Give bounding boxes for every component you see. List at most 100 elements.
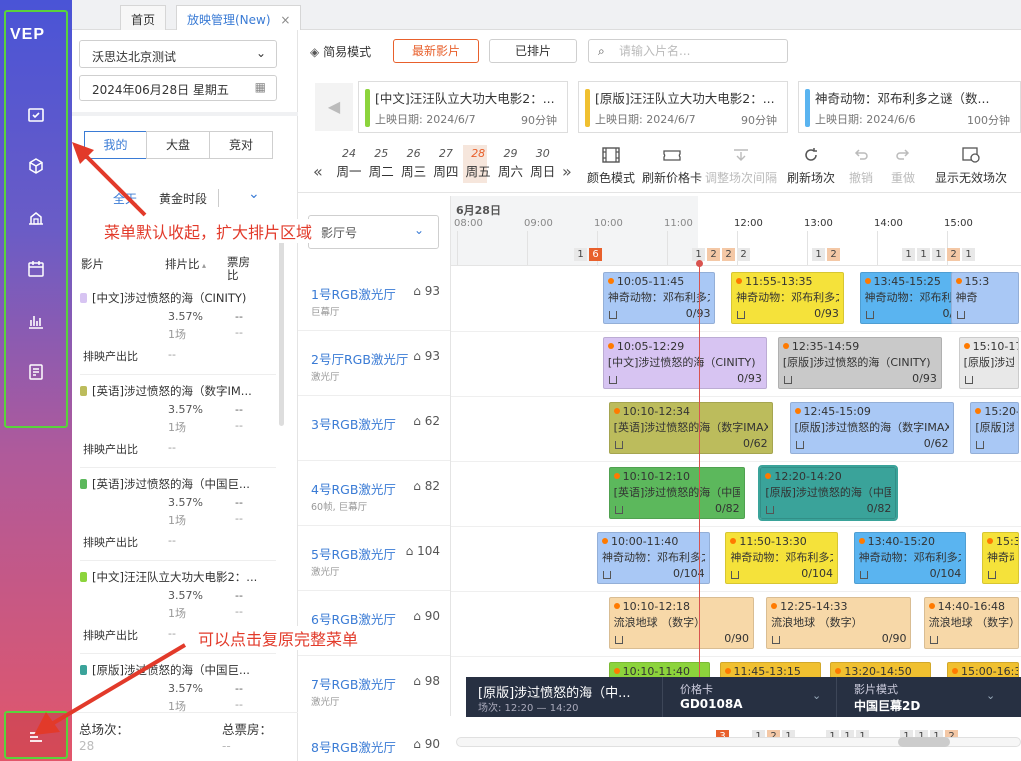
tool-show-invalid[interactable]: 显示无效场次 (933, 147, 1009, 186)
hall-name[interactable]: 2号厅RGB激光厅 (311, 349, 408, 368)
show-block[interactable]: 10:10-12:34 [英语]涉过愤怒的海（数字IMAX) 0/62 (608, 402, 773, 454)
chevron-down-icon: ⌄ (413, 223, 424, 237)
hall-name[interactable]: 1号RGB激光厅 (311, 284, 396, 303)
simple-mode-toggle[interactable]: ◈ 简易模式 (310, 43, 371, 60)
day-25[interactable]: 25 周二 (365, 147, 397, 180)
calendar-icon[interactable] (25, 258, 47, 280)
movie-list-item[interactable]: [英语]涉过愤怒的海（数字IM... 3.57% 1场 -- -- 排映产出比 -- (80, 383, 280, 475)
show-block[interactable]: 15:10-17:3 [原版]涉过愤 (958, 337, 1019, 389)
tab-home[interactable]: 首页 (120, 5, 167, 30)
chevron-down-icon[interactable]: ⌄ (812, 689, 821, 702)
tab-schedule-management[interactable]: 放映管理(New) × (176, 5, 302, 30)
seat-icon: ⌂ (413, 414, 425, 428)
seat-count: 62 (424, 414, 440, 428)
col-ratio[interactable]: 排片比 ▴ (165, 256, 206, 272)
film-card[interactable]: 神奇动物：邓布利多之谜（数... 上映日期: 2024/6/6 100分钟 (798, 81, 1021, 133)
day-27[interactable]: 27 周四 (430, 147, 462, 180)
movie-box: -- (235, 512, 243, 525)
film-mode-value[interactable]: 中国巨幕2D (854, 697, 920, 714)
latest-films-button[interactable]: 最新影片 (393, 39, 479, 63)
chevron-down-icon[interactable]: ⌄ (248, 186, 260, 202)
timeline-date: 6月28日 (456, 204, 501, 217)
movie-name: [英语]涉过愤怒的海（数字IM... (80, 383, 270, 399)
movie-list-item[interactable]: [英语]涉过愤怒的海（中国巨... 3.57% 1场 -- -- 排映产出比 -- (80, 476, 280, 568)
filter-gold-time[interactable]: 黄金时段 (159, 190, 207, 207)
tool-undo[interactable]: 撤销 (847, 147, 875, 186)
building-icon[interactable] (25, 207, 47, 229)
day-number: 26 (406, 147, 421, 160)
hall-seats: ⌂ 93 (413, 284, 440, 298)
show-block[interactable]: 12:35-14:59 [原版]涉过愤怒的海（CINITY) 0/93 (777, 337, 942, 389)
segment-market[interactable]: 大盘 (146, 131, 210, 159)
sort-icon: ▴ (199, 261, 207, 270)
movie-ratio: 3.57% (168, 589, 203, 602)
close-icon[interactable]: × (280, 13, 290, 27)
tool-ticket[interactable]: 刷新价格卡 (641, 147, 703, 186)
show-block[interactable]: 10:10-12:10 [英语]涉过愤怒的海（中国巨幕） 0/82 (608, 467, 745, 519)
film-search-input[interactable]: ⌕ 请输入片名... (588, 39, 788, 63)
day-30[interactable]: 30 周日 (527, 147, 559, 180)
output-ratio-value: -- (168, 534, 176, 547)
show-block[interactable]: 11:55-13:35 神奇动物：邓布利多之谜 0/93 (731, 272, 844, 324)
film-color-bar (585, 89, 590, 127)
tool-film[interactable]: 颜色模式 (587, 147, 635, 186)
show-block[interactable]: 12:45-15:09 [原版]涉过愤怒的海（数字IMAX) 0/62 (789, 402, 954, 454)
hall-name[interactable]: 7号RGB激光厅 (311, 674, 396, 693)
count-box: 6 (589, 248, 602, 261)
show-block[interactable]: 10:10-12:18 流浪地球 （数字） 0/90 (608, 597, 754, 649)
divider (80, 374, 276, 375)
hall-name[interactable]: 4号RGB激光厅 (311, 479, 396, 498)
hall-sort-select[interactable]: 影厅号 ⌄ (308, 215, 439, 249)
show-detail-bar[interactable]: [原版]涉过愤怒的海（中... 场次: 12:20 — 14:20 价格卡 GD… (466, 677, 1021, 717)
day-24[interactable]: 24 周一 (333, 147, 365, 180)
show-block[interactable]: 15:3 神奇 (950, 272, 1019, 324)
price-card-value[interactable]: GD0108A (680, 697, 743, 711)
seat-icon (608, 311, 617, 319)
tool-interval[interactable]: 调整场次间隔 (705, 147, 777, 186)
hour-gridline (527, 231, 528, 266)
store-icon[interactable] (25, 103, 47, 125)
show-block[interactable]: 15:20-17 [原版]涉过 (970, 402, 1019, 454)
chevron-down-icon[interactable]: ⌄ (986, 689, 995, 702)
day-29[interactable]: 29 周六 (495, 147, 527, 180)
movie-count: 1场 (168, 421, 186, 434)
cube-icon[interactable] (25, 155, 47, 177)
report-icon[interactable] (25, 361, 47, 383)
tool-refresh[interactable]: 刷新场次 (786, 147, 836, 186)
show-time: 12:20-14:20 (765, 470, 891, 483)
show-block[interactable]: 10:05-12:29 [中文]涉过愤怒的海（CINITY) 0/93 (602, 337, 767, 389)
tool-redo[interactable]: 重做 (889, 147, 917, 186)
movie-name: [中文]涉过愤怒的海（CINITY) (80, 290, 270, 306)
film-card[interactable]: [中文]汪汪队立大功大电影2：... 上映日期: 2024/6/7 90分钟 (358, 81, 568, 133)
day-weekday: 周五 (465, 164, 491, 179)
hall-name[interactable]: 3号RGB激光厅 (311, 414, 396, 433)
refresh-icon (786, 147, 836, 165)
show-block[interactable]: 12:25-14:33 流浪地球 （数字） 0/90 (766, 597, 912, 649)
film-card[interactable]: [原版]汪汪队立大功大电影2：... 上映日期: 2024/6/7 90分钟 (578, 81, 788, 133)
day-26[interactable]: 26 周三 (398, 147, 430, 180)
show-film: 神奇动物：邓布利多之谜 (607, 291, 711, 304)
date-picker[interactable]: 2024年06月28日 星期五 ▦ (79, 75, 277, 101)
movie-list-item[interactable]: [中文]涉过愤怒的海（CINITY) 3.57% 1场 -- -- 排映产出比 -- (80, 290, 280, 382)
show-block[interactable]: 10:00-11:40神奇动物：邓布利多之谜0/104 (597, 532, 710, 584)
show-block[interactable]: 13:40-15:20 神奇动物：邓布利多之谜 0/104 (853, 532, 967, 584)
cards-prev-arrow[interactable]: ◀ (315, 83, 353, 131)
show-seats: 0/93 (912, 372, 937, 385)
segment-competitor[interactable]: 竞对 (209, 131, 273, 159)
bar-chart-icon[interactable] (25, 310, 47, 332)
next-week-icon[interactable]: » (562, 162, 572, 181)
scrollbar-thumb[interactable] (898, 737, 950, 747)
day-weekday: 周一 (336, 164, 362, 179)
show-block[interactable]: 15:30 神奇动物 (982, 532, 1019, 584)
hall-name[interactable]: 8号RGB激光厅 (311, 737, 396, 756)
hall-name[interactable]: 5号RGB激光厅 (311, 544, 396, 563)
show-block[interactable]: 14:40-16:48 流浪地球 （数字） (923, 597, 1019, 649)
seat-icon (929, 636, 938, 644)
cinema-select[interactable]: 沃思达北京测试 ⌄ (79, 40, 277, 68)
show-block[interactable]: 11:50-13:30 神奇动物：邓布利多之谜 0/104 (725, 532, 838, 584)
scheduled-films-button[interactable]: 已排片 (489, 39, 577, 63)
show-block[interactable]: 12:20-14:20 [原版]涉过愤怒的海（中国巨幕） 0/82 (758, 465, 899, 521)
day-28[interactable]: 28 周五 (462, 147, 494, 180)
prev-week-icon[interactable]: « (313, 162, 323, 181)
day-number: 28 (471, 147, 486, 160)
